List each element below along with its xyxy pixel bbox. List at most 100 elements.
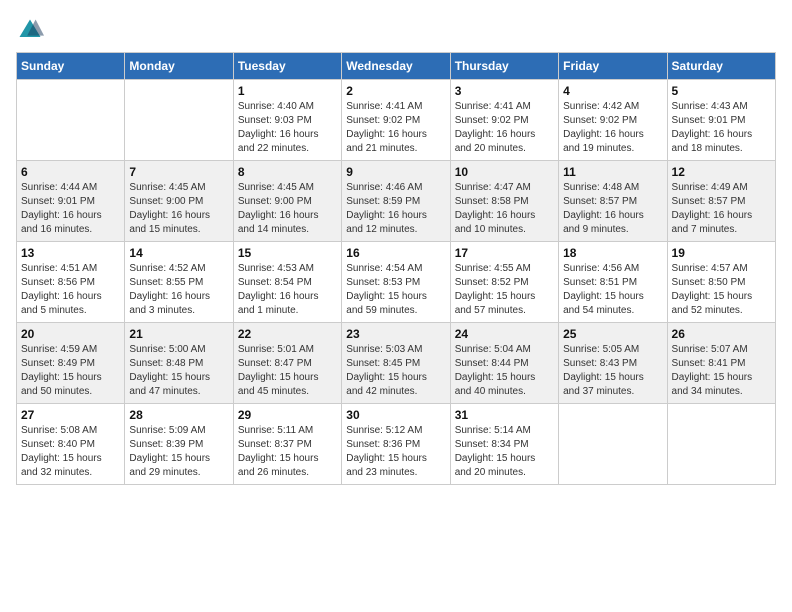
- calendar-cell: 16 Sunrise: 4:54 AM Sunset: 8:53 PM Dayli…: [342, 242, 450, 323]
- calendar-cell: 23 Sunrise: 5:03 AM Sunset: 8:45 PM Dayli…: [342, 323, 450, 404]
- day-number: 11: [563, 165, 662, 179]
- day-number: 9: [346, 165, 445, 179]
- day-info: Sunrise: 4:47 AM Sunset: 8:58 PM Dayligh…: [455, 181, 554, 237]
- day-info: Sunrise: 5:00 AM Sunset: 8:48 PM Dayligh…: [129, 343, 228, 399]
- day-number: 27: [21, 408, 120, 422]
- calendar-cell: 30Sunrise: 5:12 AM Sunset: 8:36 PM Dayli…: [342, 404, 450, 485]
- day-info: Sunrise: 5:04 AM Sunset: 8:44 PM Dayligh…: [455, 343, 554, 399]
- day-number: 30: [346, 408, 445, 422]
- calendar-cell: 31 Sunrise: 5:14 AM Sunset: 8:34 PM Dayli…: [450, 404, 558, 485]
- day-number: 10: [455, 165, 554, 179]
- day-number: 17: [455, 246, 554, 260]
- calendar-cell: 29 Sunrise: 5:11 AM Sunset: 8:37 PM Dayli…: [233, 404, 341, 485]
- day-info: Sunrise: 5:14 AM Sunset: 8:34 PM Dayligh…: [455, 424, 554, 480]
- day-number: 13: [21, 246, 120, 260]
- logo: [16, 16, 48, 44]
- day-info: Sunrise: 5:07 AM Sunset: 8:41 PM Dayligh…: [672, 343, 771, 399]
- day-number: 29: [238, 408, 337, 422]
- calendar-header-row: SundayMondayTuesdayWednesdayThursdayFrid…: [17, 53, 776, 80]
- day-info: Sunrise: 4:45 AM Sunset: 9:00 PM Dayligh…: [238, 181, 337, 237]
- calendar-cell: 1Sunrise: 4:40 AM Sunset: 9:03 PM Daylig…: [233, 80, 341, 161]
- calendar-cell: 13Sunrise: 4:51 AM Sunset: 8:56 PM Dayli…: [17, 242, 125, 323]
- calendar-cell: 21 Sunrise: 5:00 AM Sunset: 8:48 PM Dayli…: [125, 323, 233, 404]
- calendar-week-row-4: 20 Sunrise: 4:59 AM Sunset: 8:49 PM Dayli…: [17, 323, 776, 404]
- day-number: 14: [129, 246, 228, 260]
- day-info: Sunrise: 4:56 AM Sunset: 8:51 PM Dayligh…: [563, 262, 662, 318]
- calendar-cell: 8 Sunrise: 4:45 AM Sunset: 9:00 PM Daylig…: [233, 161, 341, 242]
- calendar-cell: 17 Sunrise: 4:55 AM Sunset: 8:52 PM Dayli…: [450, 242, 558, 323]
- day-info: Sunrise: 4:55 AM Sunset: 8:52 PM Dayligh…: [455, 262, 554, 318]
- calendar-cell: 4 Sunrise: 4:42 AM Sunset: 9:02 PM Daylig…: [559, 80, 667, 161]
- calendar-cell: [125, 80, 233, 161]
- day-info: Sunrise: 4:54 AM Sunset: 8:53 PM Dayligh…: [346, 262, 445, 318]
- calendar-cell: 28 Sunrise: 5:09 AM Sunset: 8:39 PM Dayli…: [125, 404, 233, 485]
- day-info: Sunrise: 4:57 AM Sunset: 8:50 PM Dayligh…: [672, 262, 771, 318]
- calendar-cell: 15 Sunrise: 4:53 AM Sunset: 8:54 PM Dayli…: [233, 242, 341, 323]
- calendar-cell: 10 Sunrise: 4:47 AM Sunset: 8:58 PM Dayli…: [450, 161, 558, 242]
- day-number: 21: [129, 327, 228, 341]
- calendar-header-tuesday: Tuesday: [233, 53, 341, 80]
- day-info: Sunrise: 4:41 AM Sunset: 9:02 PM Dayligh…: [346, 100, 445, 156]
- calendar-header-friday: Friday: [559, 53, 667, 80]
- day-info: Sunrise: 5:05 AM Sunset: 8:43 PM Dayligh…: [563, 343, 662, 399]
- day-number: 6: [21, 165, 120, 179]
- day-number: 5: [672, 84, 771, 98]
- calendar-cell: 24 Sunrise: 5:04 AM Sunset: 8:44 PM Dayli…: [450, 323, 558, 404]
- day-info: Sunrise: 4:42 AM Sunset: 9:02 PM Dayligh…: [563, 100, 662, 156]
- day-number: 24: [455, 327, 554, 341]
- calendar-header-thursday: Thursday: [450, 53, 558, 80]
- day-number: 7: [129, 165, 228, 179]
- day-number: 25: [563, 327, 662, 341]
- calendar-header-wednesday: Wednesday: [342, 53, 450, 80]
- day-number: 31: [455, 408, 554, 422]
- day-number: 2: [346, 84, 445, 98]
- calendar-cell: 3 Sunrise: 4:41 AM Sunset: 9:02 PM Daylig…: [450, 80, 558, 161]
- calendar-cell: 12 Sunrise: 4:49 AM Sunset: 8:57 PM Dayli…: [667, 161, 775, 242]
- day-number: 12: [672, 165, 771, 179]
- calendar-cell: 18 Sunrise: 4:56 AM Sunset: 8:51 PM Dayli…: [559, 242, 667, 323]
- calendar-cell: 11Sunrise: 4:48 AM Sunset: 8:57 PM Dayli…: [559, 161, 667, 242]
- day-info: Sunrise: 4:52 AM Sunset: 8:55 PM Dayligh…: [129, 262, 228, 318]
- day-info: Sunrise: 5:09 AM Sunset: 8:39 PM Dayligh…: [129, 424, 228, 480]
- calendar-cell: 20 Sunrise: 4:59 AM Sunset: 8:49 PM Dayli…: [17, 323, 125, 404]
- day-info: Sunrise: 4:53 AM Sunset: 8:54 PM Dayligh…: [238, 262, 337, 318]
- day-number: 28: [129, 408, 228, 422]
- day-number: 3: [455, 84, 554, 98]
- day-number: 18: [563, 246, 662, 260]
- calendar-week-row-1: 1Sunrise: 4:40 AM Sunset: 9:03 PM Daylig…: [17, 80, 776, 161]
- calendar-table: SundayMondayTuesdayWednesdayThursdayFrid…: [16, 52, 776, 485]
- calendar-cell: 14 Sunrise: 4:52 AM Sunset: 8:55 PM Dayli…: [125, 242, 233, 323]
- day-info: Sunrise: 4:41 AM Sunset: 9:02 PM Dayligh…: [455, 100, 554, 156]
- calendar-cell: 25 Sunrise: 5:05 AM Sunset: 8:43 PM Dayli…: [559, 323, 667, 404]
- calendar-week-row-5: 27Sunrise: 5:08 AM Sunset: 8:40 PM Dayli…: [17, 404, 776, 485]
- day-number: 4: [563, 84, 662, 98]
- calendar-cell: 19 Sunrise: 4:57 AM Sunset: 8:50 PM Dayli…: [667, 242, 775, 323]
- calendar-cell: [667, 404, 775, 485]
- day-info: Sunrise: 4:59 AM Sunset: 8:49 PM Dayligh…: [21, 343, 120, 399]
- day-number: 22: [238, 327, 337, 341]
- day-number: 8: [238, 165, 337, 179]
- day-number: 16: [346, 246, 445, 260]
- calendar-cell: 2 Sunrise: 4:41 AM Sunset: 9:02 PM Daylig…: [342, 80, 450, 161]
- day-number: 26: [672, 327, 771, 341]
- calendar-week-row-3: 13Sunrise: 4:51 AM Sunset: 8:56 PM Dayli…: [17, 242, 776, 323]
- calendar-cell: [17, 80, 125, 161]
- day-info: Sunrise: 4:40 AM Sunset: 9:03 PM Dayligh…: [238, 100, 337, 156]
- calendar-cell: 9Sunrise: 4:46 AM Sunset: 8:59 PM Daylig…: [342, 161, 450, 242]
- day-number: 23: [346, 327, 445, 341]
- calendar-week-row-2: 6Sunrise: 4:44 AM Sunset: 9:01 PM Daylig…: [17, 161, 776, 242]
- calendar-cell: 22 Sunrise: 5:01 AM Sunset: 8:47 PM Dayli…: [233, 323, 341, 404]
- day-number: 19: [672, 246, 771, 260]
- day-number: 15: [238, 246, 337, 260]
- day-info: Sunrise: 4:43 AM Sunset: 9:01 PM Dayligh…: [672, 100, 771, 156]
- calendar-cell: 26 Sunrise: 5:07 AM Sunset: 8:41 PM Dayli…: [667, 323, 775, 404]
- calendar-header-saturday: Saturday: [667, 53, 775, 80]
- day-info: Sunrise: 4:45 AM Sunset: 9:00 PM Dayligh…: [129, 181, 228, 237]
- day-info: Sunrise: 4:49 AM Sunset: 8:57 PM Dayligh…: [672, 181, 771, 237]
- calendar-cell: 27Sunrise: 5:08 AM Sunset: 8:40 PM Dayli…: [17, 404, 125, 485]
- day-info: Sunrise: 5:03 AM Sunset: 8:45 PM Dayligh…: [346, 343, 445, 399]
- day-number: 20: [21, 327, 120, 341]
- calendar-cell: 6Sunrise: 4:44 AM Sunset: 9:01 PM Daylig…: [17, 161, 125, 242]
- day-info: Sunrise: 5:01 AM Sunset: 8:47 PM Dayligh…: [238, 343, 337, 399]
- day-info: Sunrise: 5:11 AM Sunset: 8:37 PM Dayligh…: [238, 424, 337, 480]
